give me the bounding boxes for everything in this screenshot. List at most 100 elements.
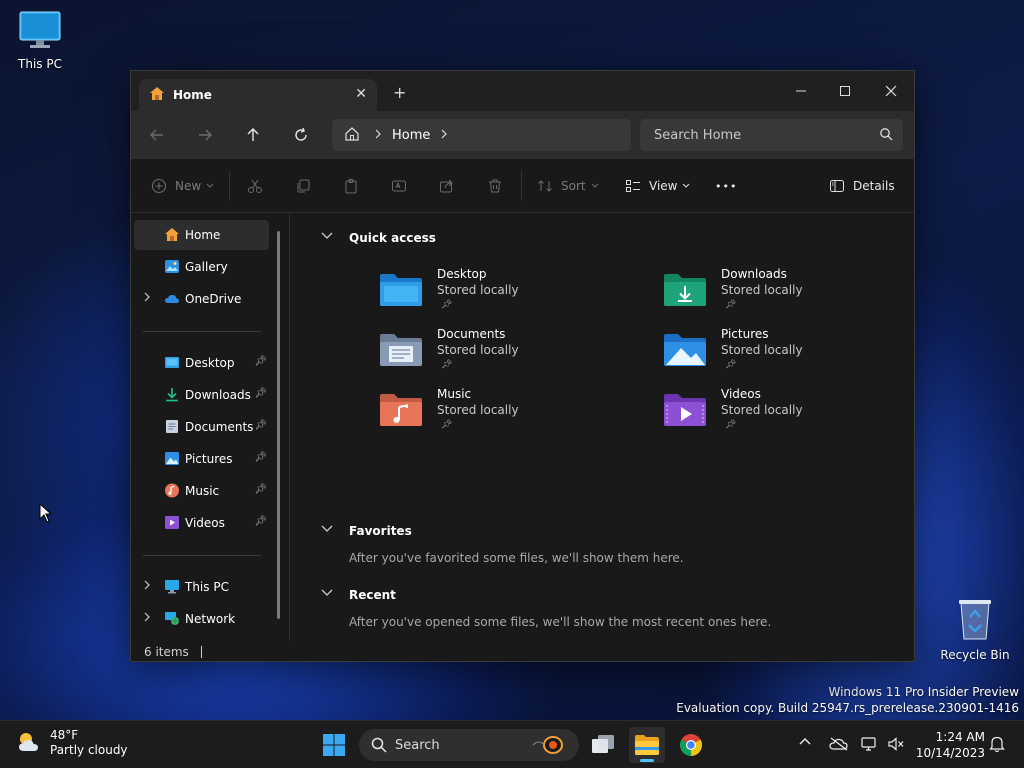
item-location: Stored locally xyxy=(721,343,803,357)
tab-home[interactable]: Home ✕ xyxy=(139,79,377,111)
sidebar-item-label: Desktop xyxy=(185,356,235,370)
sidebar-item-onedrive[interactable]: OneDrive xyxy=(134,284,269,314)
sidebar-item-label: This PC xyxy=(185,580,229,594)
sidebar-item-home[interactable]: Home xyxy=(134,220,269,250)
item-location: Stored locally xyxy=(721,403,803,417)
chevron-right-icon[interactable] xyxy=(440,128,448,142)
paste-button[interactable] xyxy=(343,174,359,198)
back-button[interactable] xyxy=(145,123,169,147)
chevron-right-icon[interactable] xyxy=(374,128,382,142)
desktop-icon-label: Recycle Bin xyxy=(940,648,1010,662)
more-options-icon: ••• xyxy=(715,179,738,193)
quick-access-downloads[interactable]: Downloads Stored locally 📌︎ xyxy=(663,267,923,321)
quick-access-videos[interactable]: Videos Stored locally 📌︎ xyxy=(663,387,923,441)
details-button-label: Details xyxy=(853,179,895,193)
desktop-icon xyxy=(164,355,180,373)
onedrive-offline-icon[interactable] xyxy=(829,737,849,754)
more-options-button[interactable]: ••• xyxy=(715,174,737,198)
chevron-down-icon[interactable] xyxy=(321,525,333,536)
cloud-icon xyxy=(164,291,180,309)
section-recent[interactable]: Recent xyxy=(321,588,396,602)
trash-icon xyxy=(489,179,501,193)
sidebar-item-desktop[interactable]: Desktop 📌︎ xyxy=(134,348,269,378)
recycle-bin-icon xyxy=(935,597,1015,644)
close-window-button[interactable] xyxy=(871,77,911,105)
quick-access-documents[interactable]: Documents Stored locally 📌︎ xyxy=(379,327,639,381)
minimize-button[interactable] xyxy=(781,77,821,105)
search-input[interactable]: Search Home xyxy=(640,119,903,151)
weather-widget[interactable]: 48°F Partly cloudy xyxy=(16,728,128,758)
pin-icon: 📌︎ xyxy=(254,356,267,367)
new-tab-button[interactable]: + xyxy=(393,83,406,102)
document-icon xyxy=(164,419,180,437)
sidebar-divider xyxy=(143,331,261,332)
chrome-taskbar-button[interactable] xyxy=(673,727,709,763)
sort-button-label: Sort xyxy=(561,179,586,193)
desktop-icon-this-pc[interactable]: This PC xyxy=(0,10,80,71)
sidebar-item-label: Home xyxy=(185,228,221,242)
sidebar-item-videos[interactable]: Videos 📌︎ xyxy=(134,508,269,538)
sidebar-item-pictures[interactable]: Pictures 📌︎ xyxy=(134,444,269,474)
system-clock[interactable]: 1:24 AM 10/14/2023 xyxy=(915,729,985,761)
pin-icon: 📌︎ xyxy=(254,388,267,399)
quick-access-desktop[interactable]: Desktop Stored locally 📌︎ xyxy=(379,267,639,321)
chevron-down-icon xyxy=(591,183,598,188)
desktop-icon-label: This PC xyxy=(18,57,62,71)
pin-icon: 📌︎ xyxy=(254,420,267,431)
documents-folder-icon xyxy=(379,333,423,370)
sort-button[interactable]: Sort xyxy=(537,174,600,198)
address-bar[interactable]: Home xyxy=(332,119,631,151)
sidebar-item-downloads[interactable]: Downloads 📌︎ xyxy=(134,380,269,410)
new-button[interactable]: New xyxy=(151,174,215,198)
tab-close-button[interactable]: ✕ xyxy=(355,86,367,102)
volume-muted-icon[interactable] xyxy=(887,736,905,755)
search-placeholder: Search Home xyxy=(654,127,742,143)
share-icon xyxy=(440,179,453,193)
item-name: Downloads xyxy=(721,267,787,281)
quick-access-music[interactable]: Music Stored locally 📌︎ xyxy=(379,387,639,441)
sidebar-item-this-pc[interactable]: This PC xyxy=(134,572,269,602)
start-button[interactable] xyxy=(316,727,352,763)
taskbar-search[interactable]: Search xyxy=(359,729,579,761)
desktop-icon-recycle-bin[interactable]: Recycle Bin xyxy=(935,597,1015,662)
refresh-button[interactable] xyxy=(289,123,313,147)
network-status-icon[interactable] xyxy=(861,736,877,755)
cut-button[interactable] xyxy=(247,174,263,198)
sidebar-item-music[interactable]: Music 📌︎ xyxy=(134,476,269,506)
sidebar-item-documents[interactable]: Documents 📌︎ xyxy=(134,412,269,442)
status-divider xyxy=(200,646,202,658)
monitor-icon xyxy=(0,10,80,53)
forward-button[interactable] xyxy=(193,123,217,147)
sidebar-item-gallery[interactable]: Gallery xyxy=(134,252,269,282)
copy-button[interactable] xyxy=(295,174,311,198)
sidebar-item-network[interactable]: Network xyxy=(134,604,269,634)
rename-button[interactable] xyxy=(391,174,407,198)
chevron-down-icon[interactable] xyxy=(321,589,333,600)
details-button[interactable]: Details xyxy=(829,174,895,198)
section-quick-access[interactable]: Quick access xyxy=(321,231,436,245)
notification-bell-icon[interactable] xyxy=(989,735,1005,756)
maximize-button[interactable] xyxy=(825,77,865,105)
chevron-up-icon[interactable] xyxy=(798,735,812,749)
sidebar-item-label: Network xyxy=(185,612,236,626)
search-icon xyxy=(371,737,387,757)
share-button[interactable] xyxy=(439,174,455,198)
breadcrumb-home[interactable]: Home xyxy=(392,128,430,143)
active-app-indicator xyxy=(640,759,654,762)
mouse-cursor-icon xyxy=(39,503,53,523)
section-title: Favorites xyxy=(349,524,412,538)
quick-access-pictures[interactable]: Pictures Stored locally 📌︎ xyxy=(663,327,923,381)
file-explorer-window: Home ✕ + Home Search Home New Sort View … xyxy=(130,70,915,662)
chevron-right-icon[interactable] xyxy=(143,580,151,593)
arrow-right-icon xyxy=(199,129,212,141)
chevron-right-icon[interactable] xyxy=(143,612,151,625)
chevron-down-icon[interactable] xyxy=(321,232,333,243)
section-favorites[interactable]: Favorites xyxy=(321,524,412,538)
up-button[interactable] xyxy=(241,123,265,147)
sidebar-scrollbar[interactable] xyxy=(277,231,280,619)
file-explorer-taskbar-button[interactable] xyxy=(629,727,665,763)
delete-button[interactable] xyxy=(487,174,503,198)
task-view-button[interactable] xyxy=(585,727,621,763)
view-button[interactable]: View xyxy=(625,174,691,198)
chevron-right-icon[interactable] xyxy=(143,292,151,305)
